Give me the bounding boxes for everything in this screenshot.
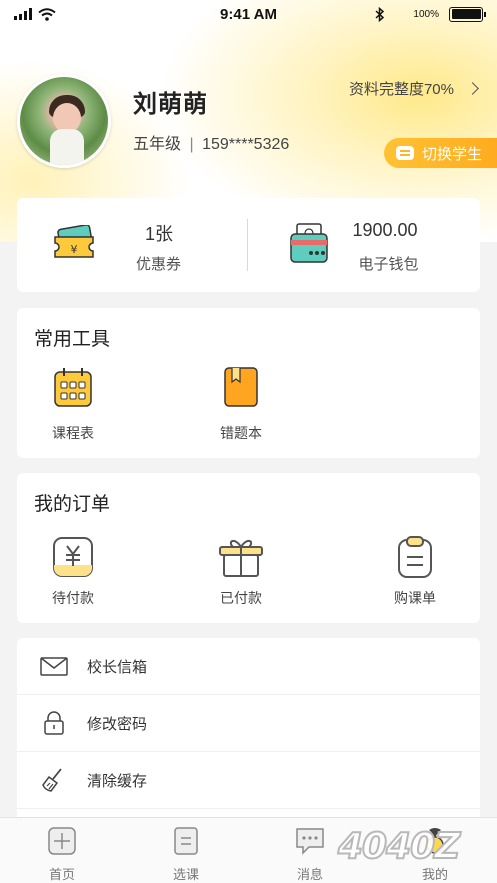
setting-clear-cache[interactable]: 清除缓存 bbox=[17, 752, 480, 809]
setting-clear-cache-label: 清除缓存 bbox=[87, 772, 148, 790]
bluetooth-icon bbox=[375, 6, 385, 22]
coupon-label: 优惠券 bbox=[136, 256, 182, 273]
signal-icon bbox=[14, 8, 32, 20]
order-course-list[interactable]: 购课单 bbox=[370, 535, 460, 608]
status-right: 100% bbox=[375, 6, 486, 22]
settings-card: 校长信箱 修改密码 清除缓存 bbox=[17, 638, 480, 828]
gift-box-icon bbox=[219, 540, 263, 577]
message-icon bbox=[296, 828, 324, 855]
tab-messages[interactable]: 消息 bbox=[275, 826, 345, 883]
coupon-entry[interactable]: ¥ 1张 优惠券 bbox=[17, 198, 249, 292]
user-grade: 五年级 bbox=[133, 136, 182, 153]
coupon-value: 1张 bbox=[145, 224, 174, 244]
info-separator: | bbox=[189, 136, 194, 153]
coupon-icon: ¥ bbox=[54, 225, 94, 258]
battery-icon bbox=[449, 6, 486, 22]
ewallet-entry[interactable]: 1900.00 电子钱包 bbox=[249, 198, 481, 292]
order-course-list-label: 购课单 bbox=[394, 590, 436, 606]
mail-icon bbox=[40, 657, 68, 676]
tool-mistake-book-label: 错题本 bbox=[220, 425, 262, 441]
order-paid[interactable]: 已付款 bbox=[196, 535, 286, 608]
yen-wallet-icon bbox=[53, 537, 93, 577]
tab-courses[interactable]: 选课 bbox=[151, 826, 221, 883]
profile-completeness-link[interactable]: 资料完整度70% bbox=[348, 78, 479, 99]
status-bar: 9:41 AM 100% bbox=[0, 0, 497, 28]
wifi-icon bbox=[38, 7, 56, 21]
order-pending-payment-label: 待付款 bbox=[52, 590, 94, 606]
profile-completeness-label: 资料完整度70% bbox=[348, 81, 454, 98]
svg-text:¥: ¥ bbox=[71, 243, 78, 256]
order-paid-label: 已付款 bbox=[220, 590, 262, 606]
switch-icon bbox=[396, 146, 414, 160]
notebook-icon bbox=[224, 367, 258, 407]
orders-title: 我的订单 bbox=[34, 494, 111, 515]
tab-courses-label: 选课 bbox=[172, 867, 199, 882]
tool-schedule[interactable]: 课程表 bbox=[28, 366, 118, 443]
user-info: 五年级 | 159****5326 bbox=[133, 130, 289, 154]
setting-change-password-label: 修改密码 bbox=[87, 715, 148, 733]
ewallet-icon bbox=[289, 223, 328, 263]
calendar-icon bbox=[54, 368, 92, 407]
watermark-logo: 4040Z bbox=[337, 825, 461, 868]
tab-messages-label: 消息 bbox=[296, 867, 323, 882]
avatar[interactable] bbox=[17, 74, 111, 168]
user-name: 刘萌萌 bbox=[133, 91, 208, 118]
wallet-card: ¥ 1张 优惠券 1900.00 电子钱包 bbox=[17, 198, 480, 292]
chevron-right-icon bbox=[466, 82, 479, 95]
tool-schedule-label: 课程表 bbox=[52, 425, 94, 441]
battery-percent: 100% bbox=[413, 8, 439, 20]
switch-student-label: 切换学生 bbox=[422, 145, 483, 163]
orders-card: 我的订单 待付款 已付款 购课单 bbox=[17, 473, 480, 623]
tools-title: 常用工具 bbox=[34, 329, 111, 350]
status-left bbox=[14, 7, 56, 21]
tools-card: 常用工具 课程表 错题本 bbox=[17, 308, 480, 458]
user-phone: 159****5326 bbox=[202, 136, 290, 153]
order-pending-payment[interactable]: 待付款 bbox=[28, 535, 118, 608]
setting-principal-mailbox-label: 校长信箱 bbox=[87, 658, 148, 676]
broom-icon bbox=[42, 768, 62, 792]
course-icon bbox=[174, 827, 198, 855]
switch-student-button[interactable]: 切换学生 bbox=[384, 138, 497, 168]
setting-change-password[interactable]: 修改密码 bbox=[17, 695, 480, 752]
setting-principal-mailbox[interactable]: 校长信箱 bbox=[17, 638, 480, 695]
home-icon bbox=[48, 827, 76, 855]
tab-home[interactable]: 首页 bbox=[27, 826, 97, 883]
tool-mistake-book[interactable]: 错题本 bbox=[196, 366, 286, 443]
ewallet-value: 1900.00 bbox=[352, 220, 418, 240]
ewallet-label: 电子钱包 bbox=[358, 256, 419, 273]
tab-home-label: 首页 bbox=[48, 867, 75, 882]
clipboard-icon bbox=[398, 536, 432, 578]
lock-icon bbox=[44, 711, 64, 735]
